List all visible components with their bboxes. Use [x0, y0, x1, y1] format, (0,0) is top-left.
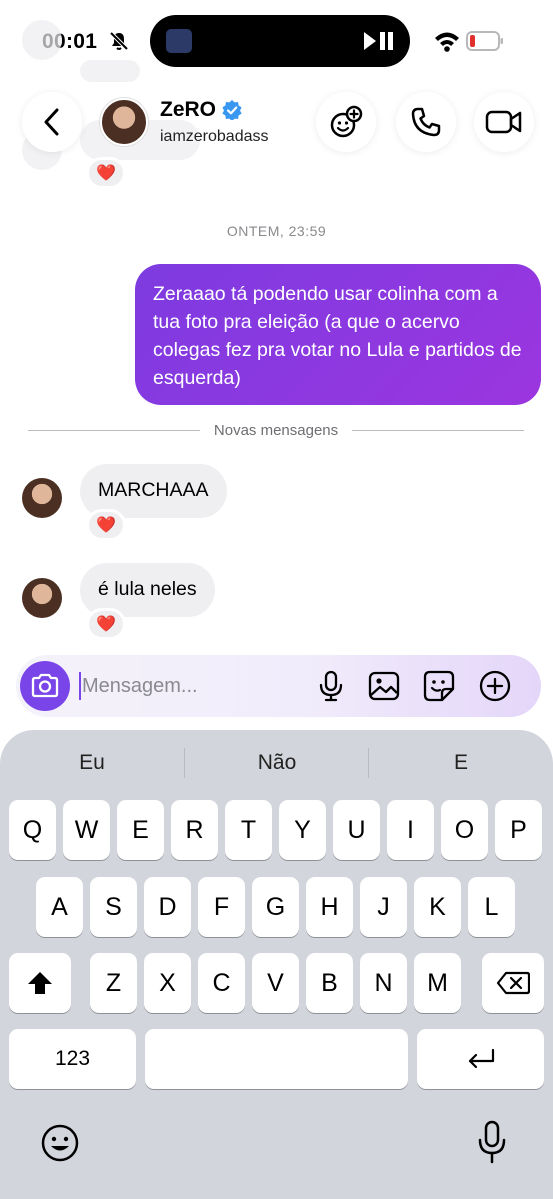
- key[interactable]: V: [252, 953, 299, 1013]
- key[interactable]: Y: [279, 800, 326, 860]
- effects-button[interactable]: [316, 92, 376, 152]
- message-input[interactable]: [82, 671, 302, 701]
- image-icon[interactable]: [367, 669, 401, 703]
- play-pause-icon: [364, 32, 393, 50]
- key[interactable]: O: [441, 800, 488, 860]
- effects-icon: [330, 105, 363, 138]
- emoji-icon[interactable]: [40, 1123, 80, 1163]
- phone-icon: [411, 107, 441, 137]
- key[interactable]: K: [414, 877, 461, 937]
- video-icon: [485, 110, 522, 134]
- bell-slash-icon: [109, 31, 129, 51]
- camera-button[interactable]: [20, 661, 70, 711]
- key[interactable]: A: [36, 877, 83, 937]
- shift-icon: [28, 972, 52, 994]
- microphone-icon[interactable]: [314, 669, 348, 703]
- message-composer: [16, 655, 541, 717]
- wifi-icon: [435, 32, 459, 52]
- message-timestamp: ONTEM, 23:59: [226, 223, 327, 239]
- key[interactable]: X: [144, 953, 191, 1013]
- contact-name-row[interactable]: ZeRO: [160, 98, 242, 122]
- sender-avatar[interactable]: [22, 578, 62, 618]
- contact-name: ZeRO: [160, 98, 217, 121]
- plus-circle-icon[interactable]: [478, 669, 512, 703]
- chat-header: ZeRO iamzerobadass: [0, 82, 553, 182]
- key[interactable]: U: [333, 800, 380, 860]
- reaction-heart[interactable]: ❤️: [86, 509, 126, 541]
- backspace-key[interactable]: [482, 953, 544, 1013]
- key[interactable]: Q: [9, 800, 56, 860]
- key[interactable]: Z: [90, 953, 137, 1013]
- key[interactable]: B: [306, 953, 353, 1013]
- text-caret: [79, 672, 81, 700]
- key[interactable]: N: [360, 953, 407, 1013]
- key[interactable]: M: [414, 953, 461, 1013]
- scrolled-content: [80, 60, 140, 82]
- key[interactable]: G: [252, 877, 299, 937]
- new-messages-divider: Novas mensagens: [28, 420, 525, 440]
- backspace-icon: [496, 971, 530, 995]
- key[interactable]: P: [495, 800, 542, 860]
- dictation-microphone-icon[interactable]: [476, 1120, 508, 1166]
- divider-line: [28, 429, 200, 431]
- contact-handle[interactable]: iamzerobadass: [160, 128, 269, 146]
- back-button[interactable]: [22, 92, 82, 152]
- key[interactable]: J: [360, 877, 407, 937]
- dynamic-island[interactable]: [150, 15, 410, 67]
- key[interactable]: H: [306, 877, 353, 937]
- sender-avatar[interactable]: [22, 478, 62, 518]
- video-call-button[interactable]: [474, 92, 534, 152]
- suggestion[interactable]: E: [369, 744, 553, 782]
- sticker-icon[interactable]: [422, 669, 456, 703]
- reaction-heart[interactable]: ❤️: [86, 608, 126, 640]
- back-chevron-icon: [44, 108, 59, 136]
- voice-call-button[interactable]: [396, 92, 456, 152]
- key[interactable]: R: [171, 800, 218, 860]
- key[interactable]: W: [63, 800, 110, 860]
- divider-line: [352, 429, 525, 431]
- contact-avatar[interactable]: [100, 98, 148, 146]
- battery-icon: [466, 31, 503, 51]
- now-playing-artwork: [166, 29, 192, 53]
- suggestion[interactable]: Eu: [0, 744, 184, 782]
- numbers-key[interactable]: 123: [9, 1029, 136, 1089]
- predictive-bar: Eu Não E: [0, 744, 553, 782]
- scrolled-content: [22, 20, 62, 60]
- key[interactable]: I: [387, 800, 434, 860]
- key[interactable]: S: [90, 877, 137, 937]
- verified-icon: [222, 100, 242, 120]
- shift-key[interactable]: [9, 953, 71, 1013]
- key[interactable]: C: [198, 953, 245, 1013]
- key[interactable]: F: [198, 877, 245, 937]
- return-key[interactable]: [417, 1029, 544, 1089]
- key[interactable]: D: [144, 877, 191, 937]
- return-icon: [468, 1048, 494, 1069]
- camera-icon: [31, 673, 59, 698]
- suggestion[interactable]: Não: [185, 744, 369, 782]
- keyboard: Eu Não E Q W E R T Y U I O P A S D F G H…: [0, 730, 553, 1199]
- key[interactable]: L: [468, 877, 515, 937]
- key[interactable]: E: [117, 800, 164, 860]
- sent-message-bubble[interactable]: Zeraaao tá podendo usar colinha com a tu…: [135, 264, 541, 405]
- divider-label: Novas mensagens: [213, 421, 339, 439]
- key[interactable]: T: [225, 800, 272, 860]
- space-key[interactable]: [145, 1029, 408, 1089]
